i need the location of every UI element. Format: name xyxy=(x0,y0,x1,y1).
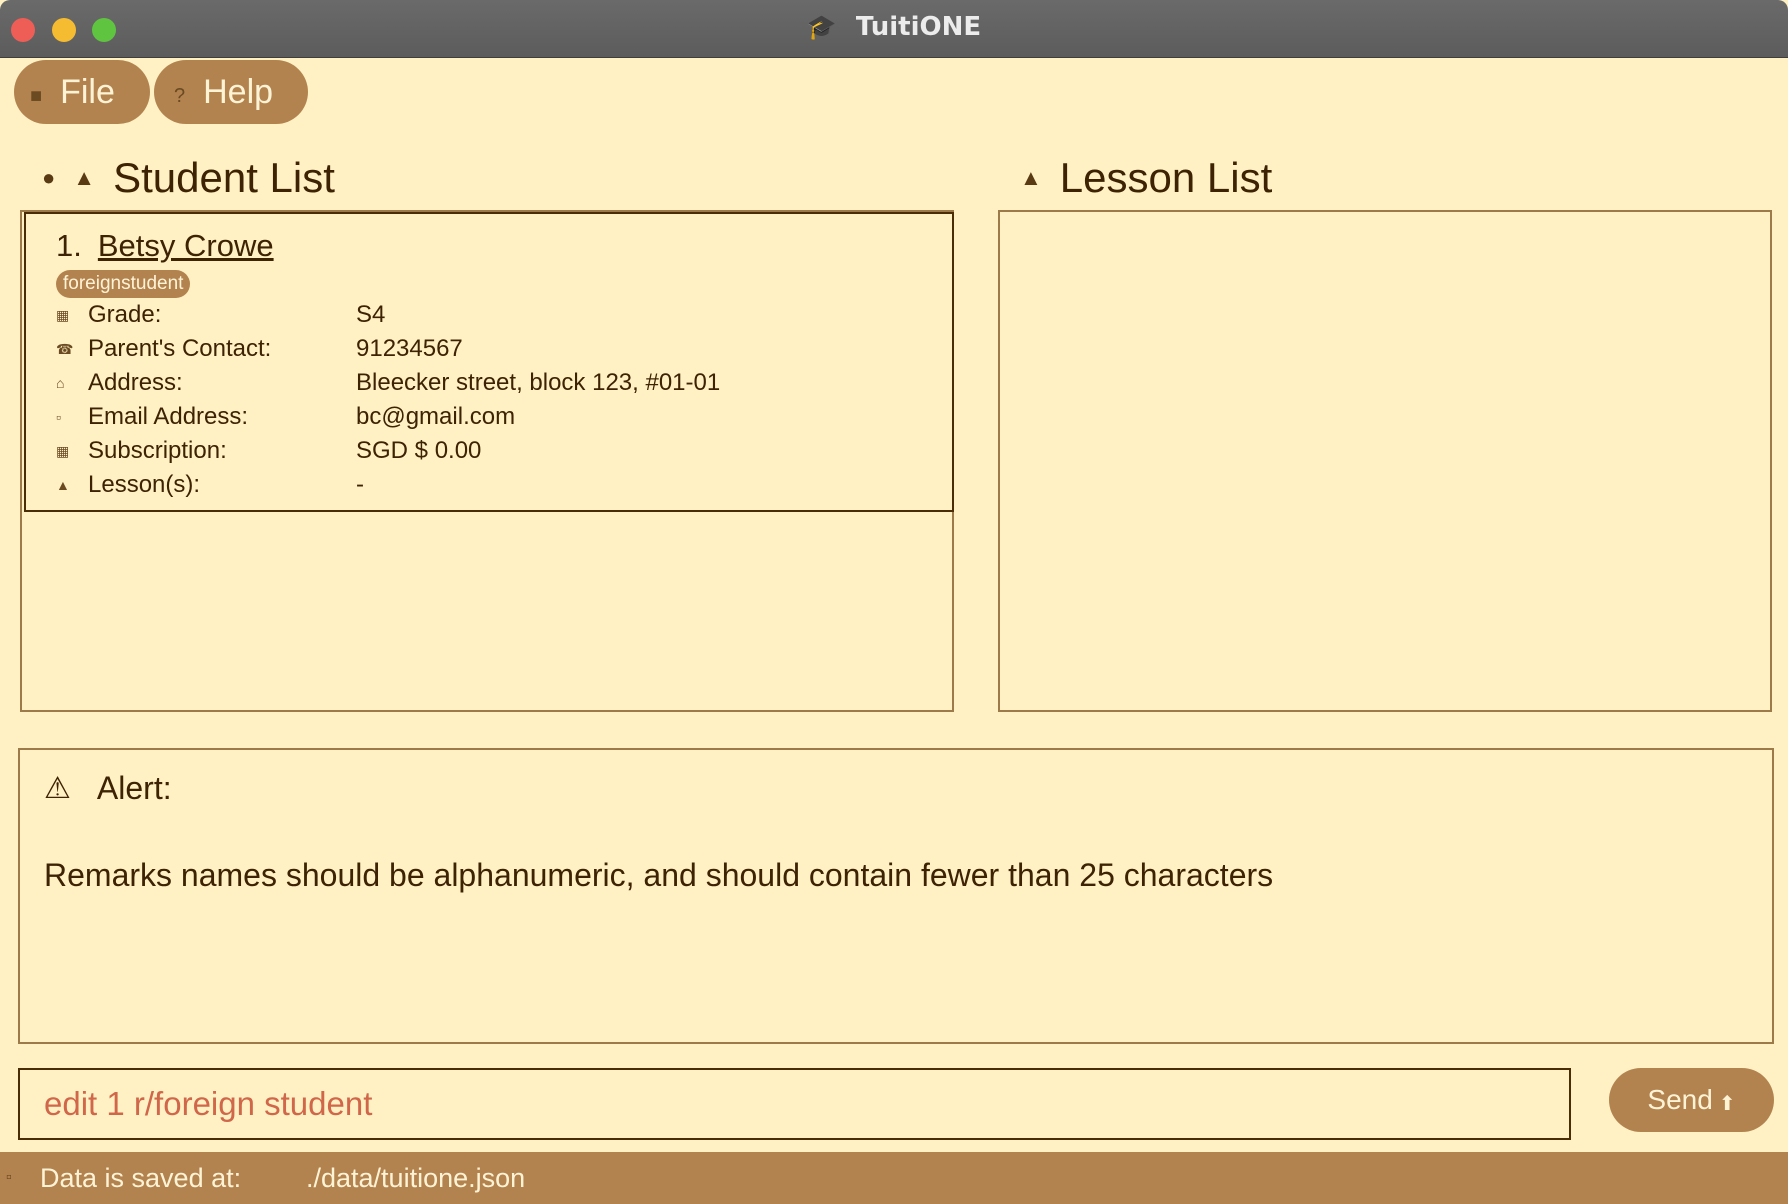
send-button[interactable]: Send ⬆ xyxy=(1609,1068,1774,1132)
grade-value: S4 xyxy=(356,301,386,328)
subscription-row: ▦ Subscription: SGD $ 0.00 xyxy=(56,434,922,468)
lessons-row: ▲ Lesson(s): - xyxy=(56,468,922,502)
status-path: ./data/tuitione.json xyxy=(306,1162,526,1193)
command-text: edit 1 r/foreign student xyxy=(44,1085,373,1122)
graduation-cap-icon: 🎓 xyxy=(806,13,837,41)
status-bar: ▫ Data is saved at: ./data/tuitione.json xyxy=(0,1152,1788,1204)
student-name: Betsy Crowe xyxy=(97,228,274,263)
alert-title: Alert: xyxy=(96,770,172,806)
lesson-list-header: ▲ Lesson List xyxy=(1020,150,1272,206)
warning-icon: ⚠ xyxy=(44,772,71,805)
contact-label: Parent's Contact: xyxy=(88,335,272,362)
lesson-list-title: Lesson List xyxy=(1059,154,1273,201)
grade-row: ▦ Grade: S4 xyxy=(56,298,922,332)
file-menu-label: File xyxy=(60,72,115,111)
help-menu-label: Help xyxy=(203,72,274,111)
address-label: Address: xyxy=(88,369,183,396)
student-list-title: Student List xyxy=(113,154,335,201)
student-tag: foreignstudent xyxy=(56,270,191,298)
student-card[interactable]: 1. Betsy Crowe foreignstudent ▦ Grade: S… xyxy=(24,212,954,512)
student-icon: ● xyxy=(42,165,56,190)
window-title-area: 🎓 TuitiONE xyxy=(0,12,1788,42)
status-label: Data is saved at: xyxy=(40,1162,242,1193)
home-icon: ⌂ xyxy=(56,375,65,391)
phone-icon: ☎ xyxy=(56,340,74,357)
email-label: Email Address: xyxy=(88,403,249,430)
window-titlebar: 🎓 TuitiONE xyxy=(0,0,1788,58)
send-label: Send xyxy=(1647,1084,1713,1115)
file-menu-button[interactable]: ■ File xyxy=(14,60,150,124)
lesson-bell-icon: ▲ xyxy=(56,477,70,493)
address-row: ⌂ Address: Bleecker street, block 123, #… xyxy=(56,366,922,400)
lessons-label: Lesson(s): xyxy=(88,471,201,498)
money-icon: ▦ xyxy=(56,442,70,459)
subscription-label: Subscription: xyxy=(88,437,227,464)
folder-icon: ■ xyxy=(30,84,43,107)
grade-label: Grade: xyxy=(88,301,162,328)
email-icon: ▫ xyxy=(56,409,61,425)
student-name-row: 1. Betsy Crowe xyxy=(56,228,922,264)
subscription-value: SGD $ 0.00 xyxy=(356,437,482,464)
grade-icon: ▦ xyxy=(56,306,70,323)
lesson-list[interactable] xyxy=(998,210,1772,712)
lessons-value: - xyxy=(356,471,364,498)
alert-header: ⚠ Alert: xyxy=(44,770,1748,807)
address-value: Bleecker street, block 123, #01-01 xyxy=(356,369,721,396)
students-group-icon: ▲ xyxy=(73,165,96,190)
email-value: bc@gmail.com xyxy=(356,403,516,430)
email-row: ▫ Email Address: bc@gmail.com xyxy=(56,400,922,434)
arrow-up-icon: ⬆ xyxy=(1718,1092,1736,1115)
lesson-icon: ▲ xyxy=(1020,165,1042,190)
contact-row: ☎ Parent's Contact: 91234567 xyxy=(56,332,922,366)
command-input[interactable]: edit 1 r/foreign student xyxy=(18,1068,1571,1140)
save-icon: ▫ xyxy=(6,1169,12,1186)
student-index: 1. xyxy=(56,228,82,263)
help-menu-button[interactable]: ? Help xyxy=(154,60,308,124)
student-list[interactable]: 1. Betsy Crowe foreignstudent ▦ Grade: S… xyxy=(20,210,954,712)
question-icon: ? xyxy=(174,84,186,107)
contact-value: 91234567 xyxy=(356,335,463,362)
student-list-header: ● ▲ Student List xyxy=(42,150,335,206)
window-title: TuitiONE xyxy=(855,12,982,42)
alert-panel: ⚠ Alert: Remarks names should be alphanu… xyxy=(18,748,1774,1044)
alert-message: Remarks names should be alphanumeric, an… xyxy=(44,857,1274,893)
